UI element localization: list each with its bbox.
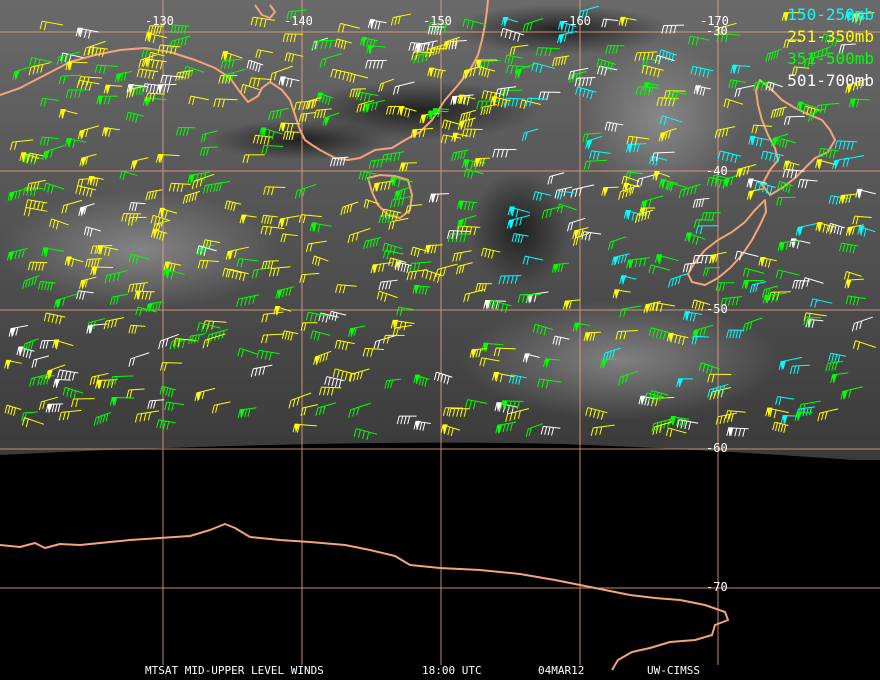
valid-time: 18:00 UTC: [422, 664, 482, 677]
night-region: [0, 442, 880, 680]
pressure-legend: 150-250mb 251-350mb 351-500mb 501-700mb: [787, 4, 874, 92]
lon-label: -160: [562, 14, 591, 28]
lon-label: -150: [423, 14, 452, 28]
legend-entry: 501-700mb: [787, 71, 874, 90]
legend-entry: 351-500mb: [787, 49, 874, 68]
satellite-map: [0, 0, 880, 680]
legend-entry: 251-350mb: [787, 27, 874, 46]
lat-label: -40: [706, 164, 728, 178]
product-title: MTSAT MID-UPPER LEVEL WINDS: [145, 664, 324, 677]
lat-label: -60: [706, 441, 728, 455]
lon-label: -130: [145, 14, 174, 28]
lat-label: -30: [706, 24, 728, 38]
lon-label: -140: [284, 14, 313, 28]
data-source: UW-CIMSS: [647, 664, 700, 677]
valid-date: 04MAR12: [538, 664, 585, 677]
lat-label: -70: [706, 580, 728, 594]
caption-bar: MTSAT MID-UPPER LEVEL WINDS 18:00 UTC 04…: [0, 664, 880, 678]
lat-label: -50: [706, 302, 728, 316]
legend-entry: 150-250mb: [787, 5, 874, 24]
